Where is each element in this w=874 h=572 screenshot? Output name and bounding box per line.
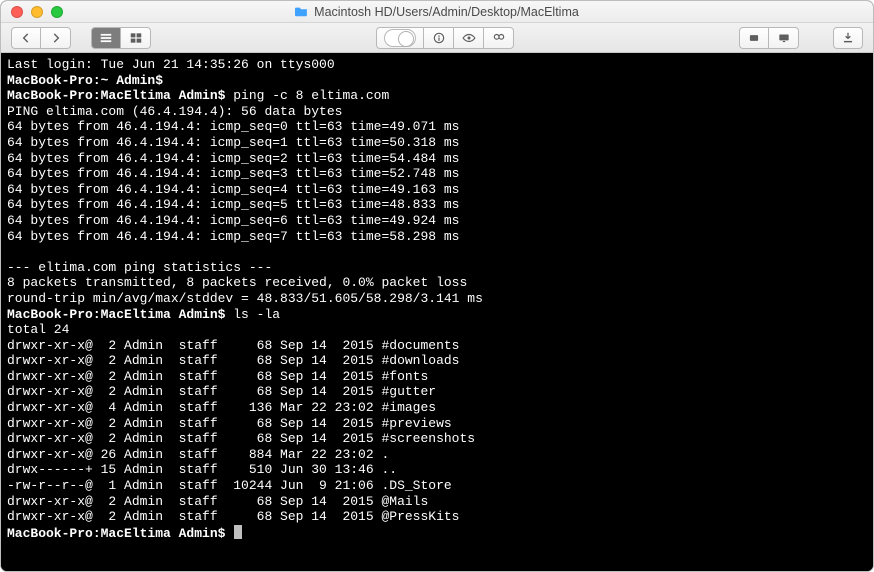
info-button[interactable] [424,27,454,49]
right-tools [739,27,799,49]
prompt: MacBook-Pro:MacEltima Admin$ [7,88,225,103]
ping-reply: 64 bytes from 46.4.194.4: icmp_seq=4 ttl… [7,182,459,197]
ping-reply: 64 bytes from 46.4.194.4: icmp_seq=0 ttl… [7,119,459,134]
command-text: ls -la [233,307,280,322]
minimize-button[interactable] [31,6,43,18]
ping-header: PING eltima.com (46.4.194.4): 56 data by… [7,104,342,119]
ls-row: drwxr-xr-x@ 2 Admin staff 68 Sep 14 2015… [7,338,459,353]
titlebar: Macintosh HD/Users/Admin/Desktop/MacElti… [1,1,873,23]
ping-reply: 64 bytes from 46.4.194.4: icmp_seq=7 ttl… [7,229,459,244]
command-text: ping -c 8 eltima.com [233,88,389,103]
toggle-button[interactable] [376,27,424,49]
preview-button[interactable] [454,27,484,49]
terminal-output[interactable]: Last login: Tue Jun 21 14:35:26 on ttys0… [1,53,873,571]
ping-reply: 64 bytes from 46.4.194.4: icmp_seq=3 ttl… [7,166,459,181]
download-button[interactable] [833,27,863,49]
ls-row: drwxr-xr-x@ 2 Admin staff 68 Sep 14 2015… [7,369,428,384]
toggle-icon [384,29,416,47]
window-controls [1,6,63,18]
ls-total: total 24 [7,322,69,337]
app-window: Macintosh HD/Users/Admin/Desktop/MacElti… [0,0,874,572]
ping-stats-header: --- eltima.com ping statistics --- [7,260,272,275]
back-button[interactable] [11,27,41,49]
cursor [234,525,242,539]
ls-row: drwxr-xr-x@ 2 Admin staff 68 Sep 14 2015… [7,494,428,509]
search-button[interactable] [484,27,514,49]
drive-button[interactable] [739,27,769,49]
view-switch [91,27,151,49]
view-list-button[interactable] [121,27,151,49]
ping-stats-line: round-trip min/avg/max/stddev = 48.833/5… [7,291,483,306]
prompt: MacBook-Pro:MacEltima Admin$ [7,307,225,322]
ls-row: drwxr-xr-x@ 2 Admin staff 68 Sep 14 2015… [7,353,459,368]
ping-reply: 64 bytes from 46.4.194.4: icmp_seq=5 ttl… [7,197,459,212]
ls-row: drwx------+ 15 Admin staff 510 Jun 30 13… [7,462,397,477]
view-icons-button[interactable] [91,27,121,49]
last-login-line: Last login: Tue Jun 21 14:35:26 on ttys0… [7,57,335,72]
prompt: MacBook-Pro:~ Admin$ [7,73,163,88]
ls-row: -rw-r--r--@ 1 Admin staff 10244 Jun 9 21… [7,478,452,493]
desktop-button[interactable] [769,27,799,49]
ping-reply: 64 bytes from 46.4.194.4: icmp_seq=1 ttl… [7,135,459,150]
nav-group [11,27,71,49]
ls-row: drwxr-xr-x@ 26 Admin staff 884 Mar 22 23… [7,447,389,462]
ls-row: drwxr-xr-x@ 2 Admin staff 68 Sep 14 2015… [7,509,459,524]
zoom-button[interactable] [51,6,63,18]
window-title: Macintosh HD/Users/Admin/Desktop/MacElti… [314,5,579,19]
ping-stats-line: 8 packets transmitted, 8 packets receive… [7,275,467,290]
forward-button[interactable] [41,27,71,49]
ls-row: drwxr-xr-x@ 2 Admin staff 68 Sep 14 2015… [7,431,475,446]
folder-icon [295,6,308,17]
ls-row: drwxr-xr-x@ 2 Admin staff 68 Sep 14 2015… [7,416,452,431]
center-tools [376,27,514,49]
toolbar [1,23,873,53]
close-button[interactable] [11,6,23,18]
ping-reply: 64 bytes from 46.4.194.4: icmp_seq=6 ttl… [7,213,459,228]
prompt: MacBook-Pro:MacEltima Admin$ [7,526,225,541]
ls-row: drwxr-xr-x@ 2 Admin staff 68 Sep 14 2015… [7,384,436,399]
ping-reply: 64 bytes from 46.4.194.4: icmp_seq=2 ttl… [7,151,459,166]
ls-row: drwxr-xr-x@ 4 Admin staff 136 Mar 22 23:… [7,400,436,415]
